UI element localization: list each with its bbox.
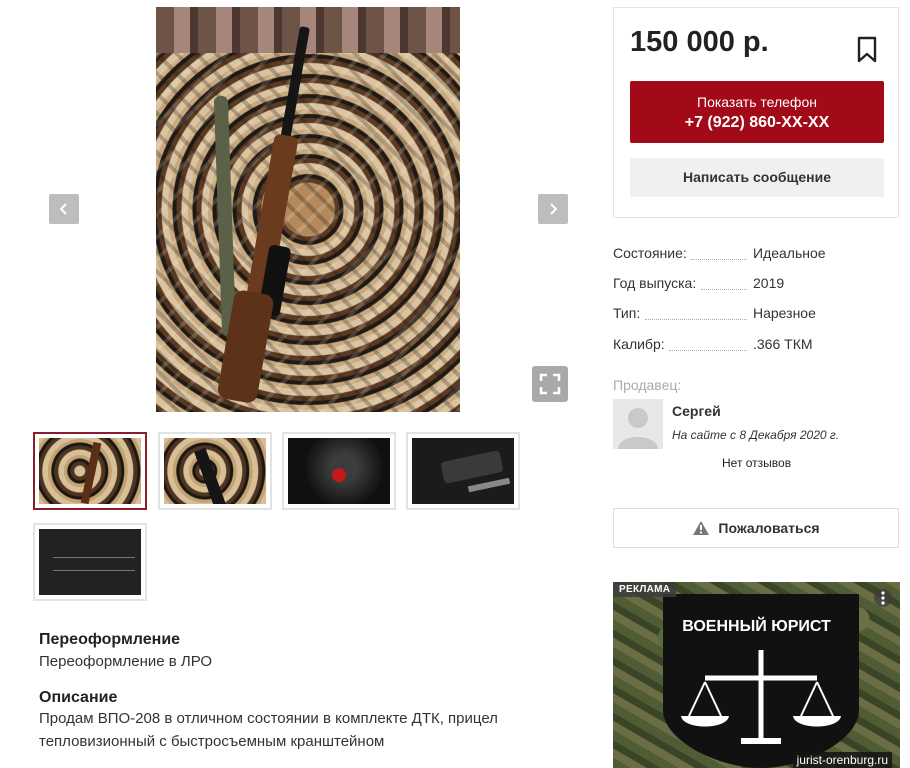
price-card: 150 000 р. Показать телефон +7 (922) 860…: [613, 7, 899, 218]
property-dots: [691, 259, 747, 260]
ad-badge: РЕКЛАМА: [613, 582, 677, 597]
property-dots: [701, 289, 747, 290]
seller-reviews[interactable]: Нет отзывов: [722, 456, 791, 470]
warning-icon: [693, 521, 710, 535]
advertisement[interactable]: ВОЕННЫЙ ЮРИСТ РЕКЛАМА jurist-orenburg.ru: [613, 582, 900, 768]
more-vertical-icon[interactable]: [874, 588, 892, 608]
property-row: Калибр: .366 ТКМ: [613, 336, 899, 356]
property-key: Тип:: [613, 305, 641, 321]
fullscreen-button[interactable]: [532, 366, 568, 402]
thumbnail-5[interactable]: [33, 523, 147, 601]
property-key: Состояние:: [613, 245, 687, 261]
property-dots: [645, 319, 747, 320]
gallery-prev-button[interactable]: [49, 194, 79, 224]
thumbnail-3[interactable]: [282, 432, 396, 510]
gallery-next-button[interactable]: [538, 194, 568, 224]
thumbnail-image: [288, 438, 390, 504]
thumbnail-1[interactable]: [33, 432, 147, 510]
property-key: Год выпуска:: [613, 275, 697, 291]
thumbnail-image: [39, 438, 141, 504]
reregistration-title: Переоформление: [39, 631, 181, 648]
property-row: Год выпуска: 2019: [613, 275, 899, 295]
thumbnail-2[interactable]: [158, 432, 272, 510]
seller-label: Продавец:: [613, 377, 682, 393]
property-dots: [669, 350, 747, 351]
ad-title: ВОЕННЫЙ ЮРИСТ: [682, 618, 831, 635]
show-phone-label: Показать телефон: [697, 94, 817, 110]
shield-scales-icon: [663, 594, 859, 768]
thumbnail-image: [39, 529, 141, 595]
thumbnail-4[interactable]: [406, 432, 520, 510]
property-value: Нарезное: [753, 305, 816, 321]
property-value: 2019: [753, 275, 785, 291]
property-value: Идеальное: [753, 245, 826, 261]
property-key: Калибр:: [613, 336, 665, 352]
report-button[interactable]: Пожаловаться: [613, 508, 899, 548]
expand-icon: [539, 373, 561, 395]
price: 150 000 р.: [630, 26, 769, 58]
phone-number: +7 (922) 860-XX-XX: [684, 114, 830, 131]
show-phone-button[interactable]: Показать телефон +7 (922) 860-XX-XX: [630, 81, 884, 143]
main-photo[interactable]: [156, 7, 460, 412]
bookmark-icon[interactable]: [856, 36, 878, 64]
report-label: Пожаловаться: [718, 520, 820, 536]
seller-name[interactable]: Сергей: [672, 403, 721, 419]
chevron-left-icon: [59, 203, 67, 215]
thumbnail-image: [164, 438, 266, 504]
ad-domain[interactable]: jurist-orenburg.ru: [792, 752, 892, 768]
thumbnail-image: [412, 438, 514, 504]
chevron-right-icon: [550, 203, 558, 215]
avatar[interactable]: [613, 399, 663, 449]
description-title: Описание: [39, 689, 118, 706]
description-text: Продам ВПО-208 в отличном состоянии в ко…: [39, 710, 498, 750]
seller-since: На сайте с 8 Декабря 2020 г.: [672, 428, 840, 442]
reregistration-text: Переоформление в ЛРО: [39, 653, 213, 670]
property-row: Состояние: Идеальное: [613, 245, 899, 265]
user-placeholder-icon: [618, 408, 658, 449]
property-value: .366 ТКМ: [753, 336, 813, 352]
write-message-button[interactable]: Написать сообщение: [630, 158, 884, 197]
property-row: Тип: Нарезное: [613, 305, 899, 325]
